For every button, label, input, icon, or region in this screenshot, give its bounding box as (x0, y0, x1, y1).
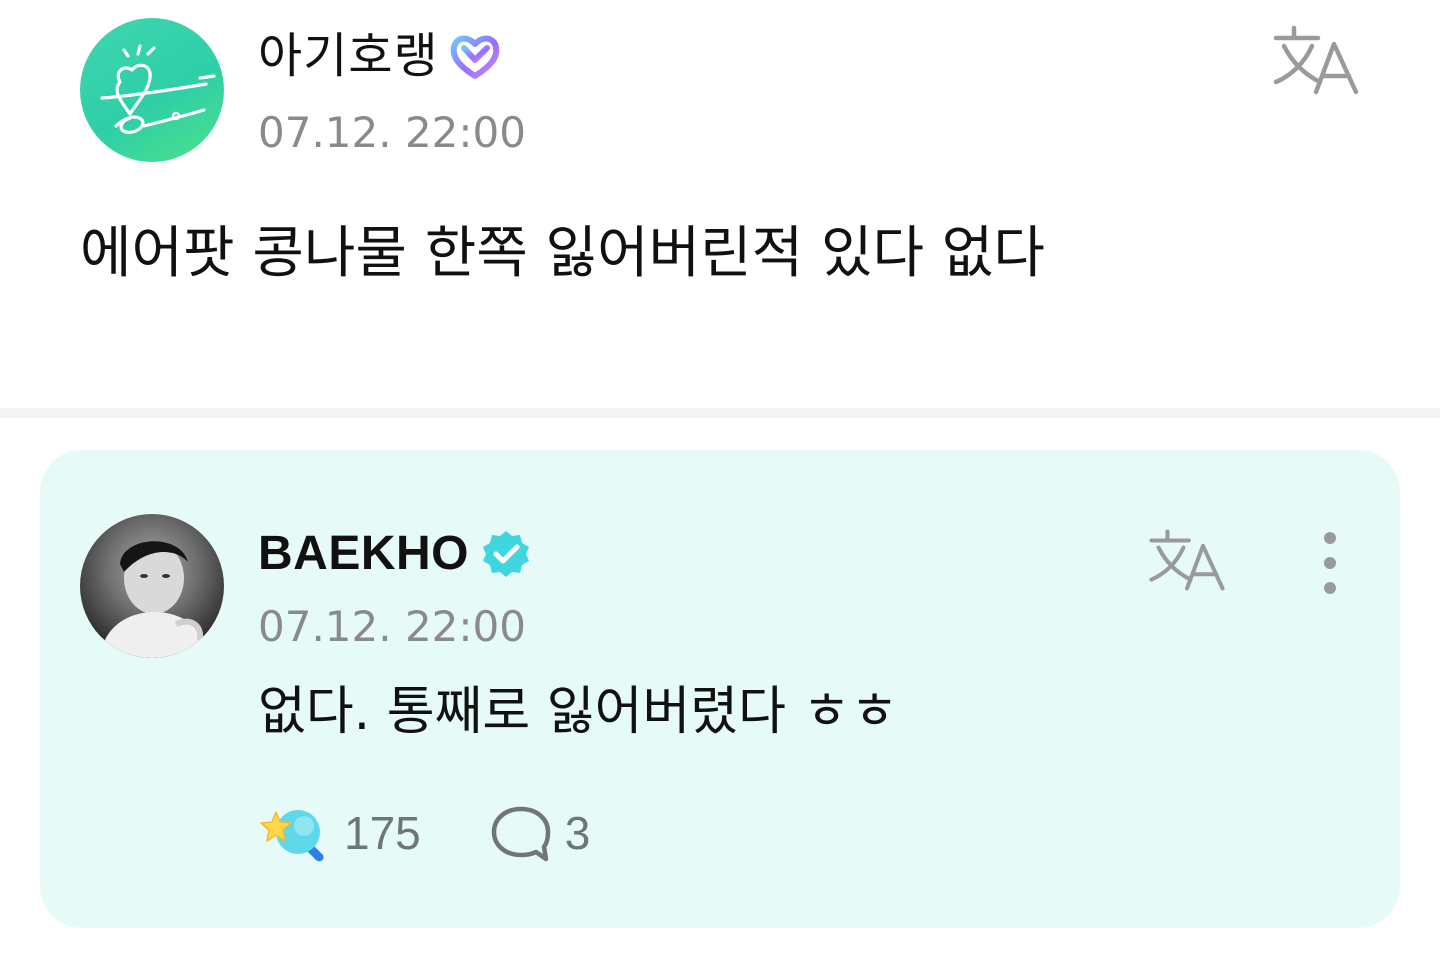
comment-bubble-icon (491, 806, 550, 862)
section-divider (0, 408, 1440, 418)
post-detail-page: 아기호랭 07.12. 22:00 에어팟 콩나물 한쪽 잃어버린적 있다 없다… (0, 0, 1440, 956)
post-author-name[interactable]: 아기호랭 (258, 24, 439, 88)
comment-button[interactable]: 3 (489, 802, 591, 864)
heart-doodle-icon (100, 44, 216, 134)
reaction-bar: 175 3 (258, 802, 590, 864)
translate-icon[interactable] (1270, 24, 1362, 96)
post-timestamp: 07.12. 22:00 (258, 108, 526, 157)
fan-avatar[interactable] (80, 18, 224, 162)
membership-heart-icon (450, 35, 499, 79)
reply-author[interactable]: BAEKHO (258, 524, 531, 584)
post-author[interactable]: 아기호랭 (258, 24, 503, 88)
artist-reply-card: BAEKHO 07.12. 22:00 없다. 통째로 잃어버렸다 ㅎㅎ 175… (40, 450, 1400, 928)
artist-profile-photo (100, 541, 208, 658)
comment-count: 3 (564, 807, 591, 859)
more-vertical-icon-dot (1324, 582, 1336, 594)
reply-body-text: 없다. 통째로 잃어버렸다 ㅎㅎ (258, 682, 899, 742)
more-vertical-icon (1324, 532, 1336, 544)
fan-post: 아기호랭 07.12. 22:00 에어팟 콩나물 한쪽 잃어버린적 있다 없다 (0, 0, 1440, 408)
more-options-button[interactable] (1310, 528, 1350, 598)
like-count: 175 (344, 807, 421, 859)
like-button[interactable]: 175 (258, 802, 421, 864)
translate-icon[interactable] (1146, 528, 1228, 592)
reply-timestamp: 07.12. 22:00 (258, 602, 526, 651)
post-body-text: 에어팟 콩나물 한쪽 잃어버린적 있다 없다 (80, 221, 1045, 286)
lightstick-like-icon (260, 810, 324, 862)
more-vertical-icon-dot (1324, 557, 1336, 569)
artist-avatar[interactable] (80, 514, 224, 658)
verified-check-icon (483, 531, 530, 577)
reply-author-name[interactable]: BAEKHO (258, 524, 469, 584)
